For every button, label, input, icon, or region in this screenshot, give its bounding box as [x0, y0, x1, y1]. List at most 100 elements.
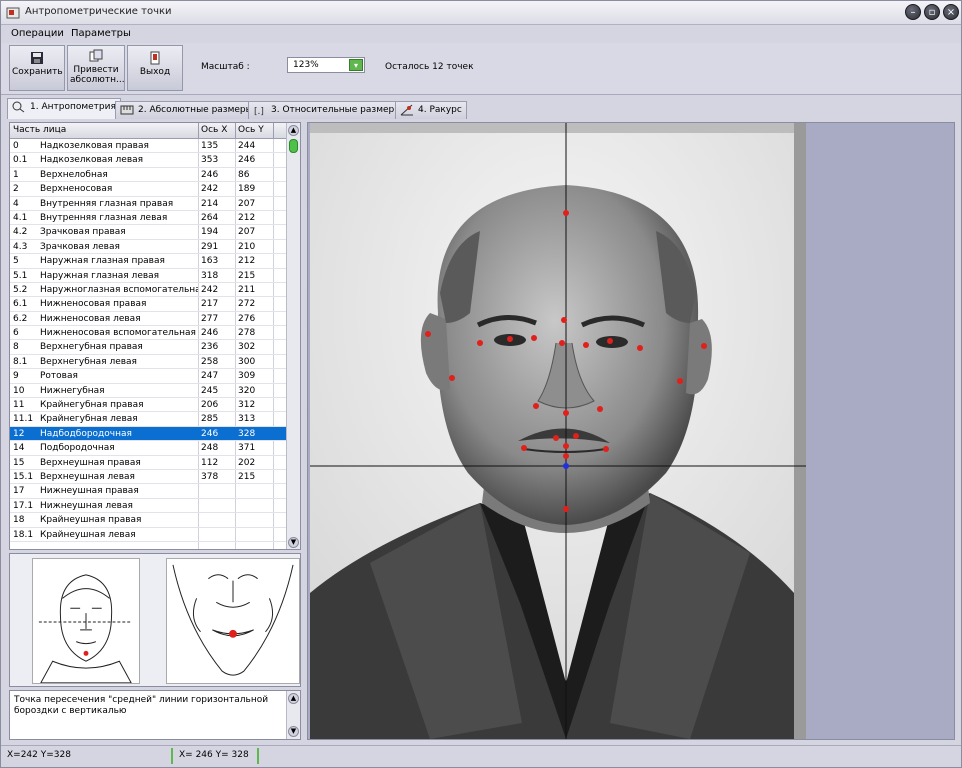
- table-row[interactable]: 17.1 Нижнеушная левая: [10, 499, 286, 514]
- row-id: 18: [13, 515, 25, 526]
- row-id: 6: [13, 328, 19, 339]
- scroll-thumb[interactable]: [289, 139, 298, 153]
- remaining-points: Осталось 12 точек: [385, 62, 474, 72]
- table-header: Часть лица Ось X Ось Y: [10, 123, 286, 139]
- toolbar: Сохранить Привести абсолютн... Выход: [1, 43, 961, 95]
- row-x: 258: [201, 356, 219, 367]
- table-row[interactable]: 18 Крайнеушная правая: [10, 513, 286, 528]
- dropdown-arrow-icon[interactable]: ▾: [349, 59, 363, 71]
- tab-absolute-sizes[interactable]: 2. Абсолютные размеры: [115, 101, 258, 119]
- row-x: 353: [201, 155, 219, 166]
- row-x: 378: [201, 471, 219, 482]
- row-y: 189: [238, 184, 256, 195]
- row-id: 4.3: [13, 241, 28, 252]
- row-name: Наружная глазная левая: [40, 270, 160, 281]
- table-row[interactable]: 14 Подбородочная 248 371: [10, 441, 286, 456]
- tab-relative-sizes[interactable]: [.] 3. Относительные размеры: [248, 101, 407, 119]
- save-button[interactable]: Сохранить: [9, 45, 65, 91]
- scroll-down-icon[interactable]: ▼: [288, 726, 299, 737]
- current-point-marker[interactable]: [563, 463, 569, 469]
- row-x: 264: [201, 212, 219, 223]
- menu-parameters[interactable]: Параметры: [71, 28, 131, 39]
- convert-icon: [89, 49, 103, 62]
- table-row[interactable]: 10 Нижнегубная 245 320: [10, 384, 286, 399]
- table-row[interactable]: 6.2 Нижненосовая левая 277 276: [10, 312, 286, 327]
- table-scrollbar[interactable]: ▲ ▼: [286, 123, 300, 549]
- exit-button[interactable]: Выход: [127, 45, 183, 91]
- close-icon[interactable]: ×: [943, 4, 959, 20]
- row-y: 276: [238, 313, 256, 324]
- scroll-up-icon[interactable]: ▲: [288, 693, 299, 704]
- table-row[interactable]: 0 Надкозелковая правая 135 244: [10, 139, 286, 154]
- table-row[interactable]: 0.1 Надкозелковая левая 353 246: [10, 153, 286, 168]
- row-y: 302: [238, 342, 256, 353]
- maximize-icon[interactable]: ▫: [924, 4, 940, 20]
- row-x: 206: [201, 400, 219, 411]
- table-row[interactable]: 11 Крайнегубная правая 206 312: [10, 398, 286, 413]
- photo-canvas[interactable]: [307, 122, 955, 740]
- reference-images: [9, 553, 301, 687]
- table-row[interactable]: 9 Ротовая 247 309: [10, 369, 286, 384]
- table-row[interactable]: 15 Верхнеушная правая 112 202: [10, 456, 286, 470]
- table-row[interactable]: 8 Верхнегубная правая 236 302: [10, 340, 286, 355]
- row-y: 312: [238, 400, 256, 411]
- absolute-button[interactable]: Привести абсолютн...: [67, 45, 125, 91]
- row-id: 12: [13, 428, 25, 439]
- table-row[interactable]: 15.1 Верхнеушная левая 378 215: [10, 470, 286, 485]
- table-row[interactable]: 6 Нижненосовая вспомогательная 246 278: [10, 326, 286, 341]
- table-row[interactable]: 4.2 Зрачковая правая 194 207: [10, 225, 286, 240]
- scale-value: 123%: [293, 60, 319, 70]
- table-row[interactable]: 11.1 Крайнегубная левая 285 313: [10, 412, 286, 427]
- table-row[interactable]: 4.1 Внутренняя глазная левая 264 212: [10, 211, 286, 226]
- description-scrollbar[interactable]: ▲ ▼: [286, 691, 300, 739]
- row-id: 4.2: [13, 227, 28, 238]
- tab-label: 2. Абсолютные размеры: [138, 105, 253, 115]
- row-name: Ротовая: [40, 371, 78, 382]
- row-id: 5: [13, 256, 19, 267]
- table-row[interactable]: 5.1 Наружная глазная левая 318 215: [10, 269, 286, 283]
- header-y[interactable]: Ось Y: [238, 125, 264, 135]
- menu-bar: Операции Параметры: [1, 25, 961, 43]
- menu-operations[interactable]: Операции: [11, 28, 64, 39]
- table-row[interactable]: 8.1 Верхнегубная левая 258 300: [10, 355, 286, 370]
- row-id: 1: [13, 169, 19, 180]
- scroll-up-icon[interactable]: ▲: [288, 125, 299, 136]
- table-row[interactable]: 1 Верхнелобная 246 86: [10, 168, 286, 183]
- row-id: 8.1: [13, 356, 28, 367]
- table-row[interactable]: 17 Нижнеушная правая: [10, 484, 286, 499]
- points-table: Часть лица Ось X Ось Y 0 Надкозелковая пр…: [9, 122, 301, 550]
- row-y: 371: [238, 443, 256, 454]
- tab-anthropometry[interactable]: 1. Антропометрия: [7, 98, 121, 119]
- table-row[interactable]: 2 Верхненосовая 242 189: [10, 182, 286, 197]
- scroll-down-icon[interactable]: ▼: [288, 537, 299, 548]
- row-id: 11.1: [13, 414, 34, 425]
- row-id: 0.1: [13, 155, 28, 166]
- face-photo[interactable]: [310, 123, 806, 739]
- header-x[interactable]: Ось X: [201, 125, 227, 135]
- row-x: 245: [201, 385, 219, 396]
- row-name: Крайнеушная левая: [40, 529, 136, 540]
- table-row[interactable]: 4.3 Зрачковая левая 291 210: [10, 240, 286, 255]
- row-name: Внутренняя глазная левая: [40, 212, 168, 223]
- table-row[interactable]: 18.1 Крайнеушная левая: [10, 528, 286, 542]
- row-id: 14: [13, 443, 25, 454]
- row-x: 291: [201, 241, 219, 252]
- floppy-icon: [31, 52, 43, 64]
- description-text: Точка пересечения "средней" линии горизо…: [14, 695, 269, 716]
- app-window: Антропометрические точки – ▫ × Операции …: [0, 0, 962, 768]
- row-id: 6.1: [13, 299, 28, 310]
- header-part[interactable]: Часть лица: [13, 125, 66, 135]
- table-row[interactable]: 4 Внутренняя глазная правая 214 207: [10, 197, 286, 211]
- tab-angle[interactable]: 4. Ракурс: [395, 101, 467, 119]
- table-body: 0 Надкозелковая правая 135 244 0.1 Надкозелко…: [10, 139, 286, 542]
- row-y: 215: [238, 471, 256, 482]
- table-row[interactable]: 6.1 Нижненосовая правая 217 272: [10, 297, 286, 312]
- table-row[interactable]: 5.2 Наружноглазная вспомогательная 242 211: [10, 283, 286, 298]
- row-y: 313: [238, 414, 256, 425]
- table-row[interactable]: 5 Наружная глазная правая 163 212: [10, 254, 286, 269]
- row-name: Подбородочная: [40, 443, 115, 454]
- minimize-icon[interactable]: –: [905, 4, 921, 20]
- row-y: 207: [238, 227, 256, 238]
- scale-select[interactable]: 123% ▾: [287, 57, 365, 73]
- table-row[interactable]: 12 Надбодбородочная 246 328: [10, 426, 286, 442]
